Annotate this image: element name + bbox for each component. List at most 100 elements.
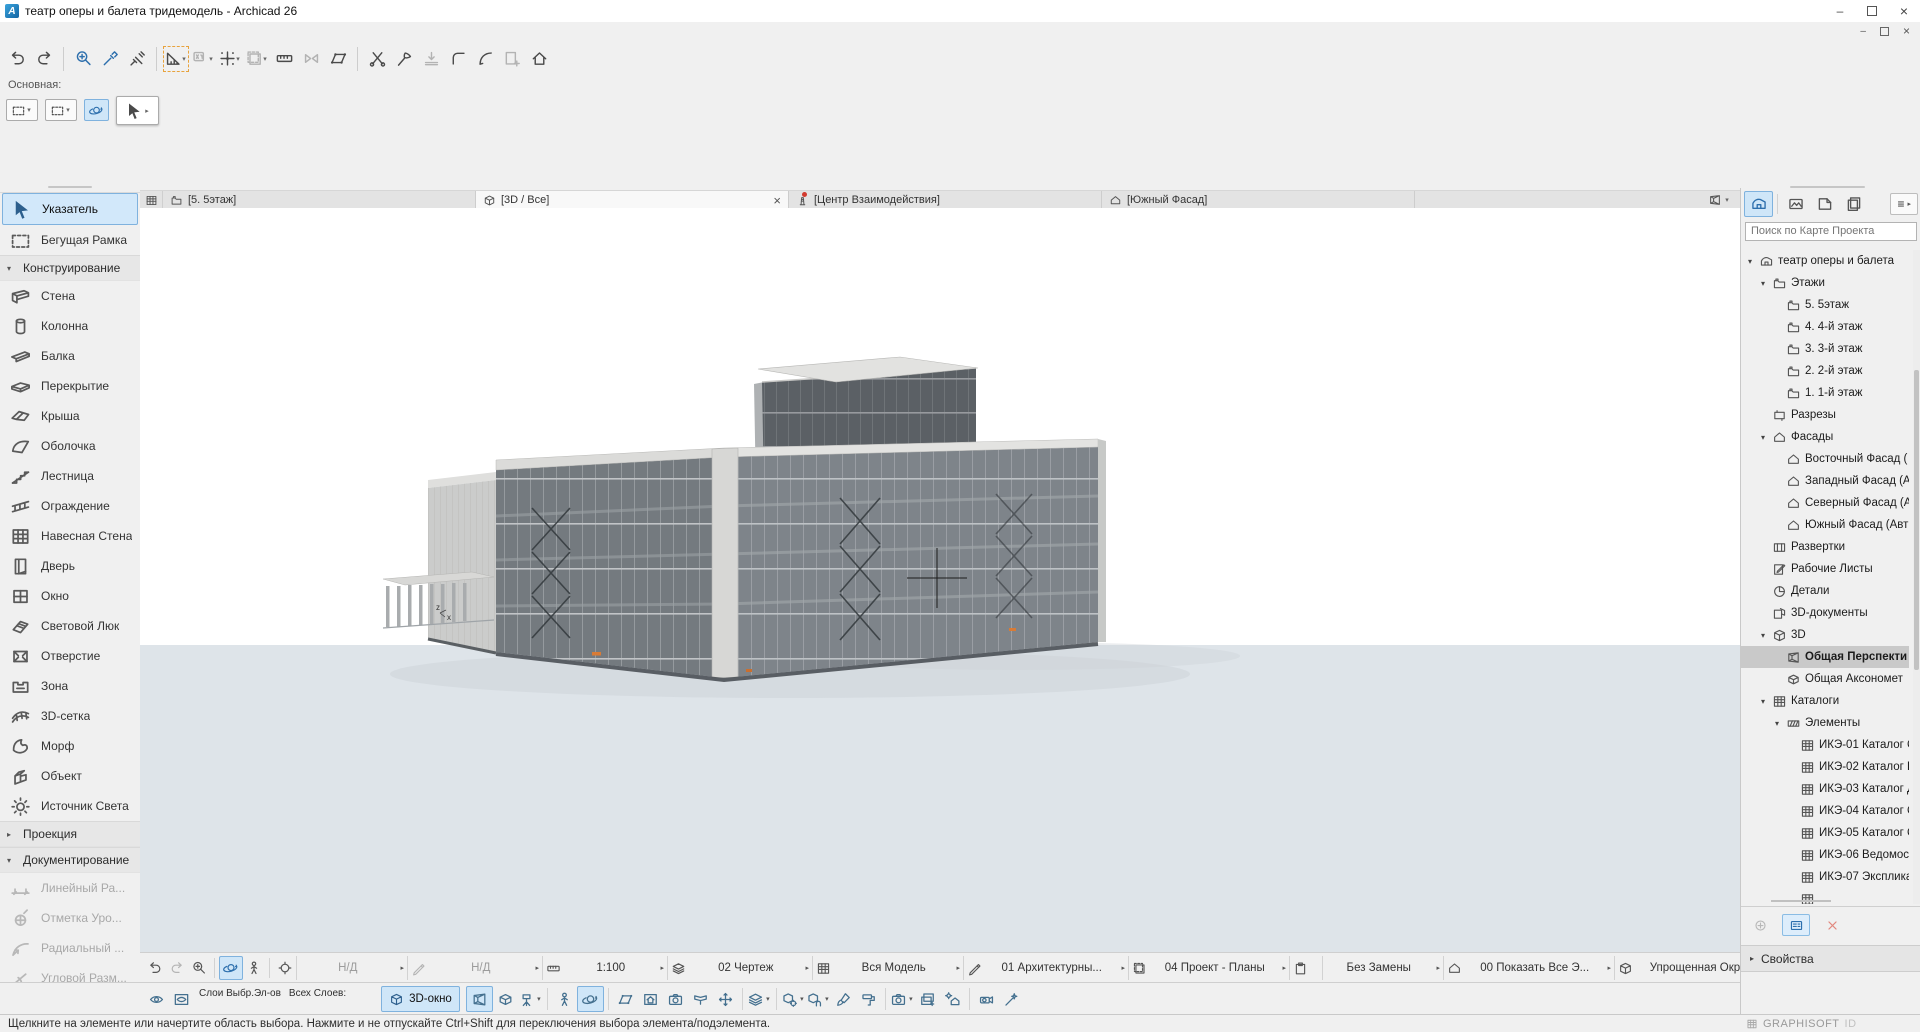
toolbar-button[interactable] <box>445 46 471 72</box>
tree-item[interactable]: ▾ Этажи <box>1741 272 1909 294</box>
toolbar-button[interactable] <box>156 47 157 71</box>
properties-section-header[interactable]: ▸ Свойства <box>1741 945 1920 972</box>
toolbar-button[interactable] <box>124 46 150 72</box>
quick-option-field[interactable]: 02 Чертеж ▸ <box>667 956 812 980</box>
scrollbar-thumb[interactable] <box>1914 370 1919 670</box>
toolbox-item[interactable]: Оболочка <box>0 431 140 461</box>
tree-item[interactable]: ▾ Каталоги <box>1741 690 1909 712</box>
view-tab[interactable]: [Центр Взаимодействия] <box>789 191 1102 209</box>
bottom-tool-button[interactable] <box>974 987 999 1011</box>
layer-state-icon[interactable] <box>199 999 211 1011</box>
tab-close-icon[interactable]: × <box>773 194 781 207</box>
dropdown-caret-icon[interactable]: ▸ <box>805 964 809 972</box>
toolbox-item[interactable]: Стена <box>0 281 140 311</box>
dropdown-caret-icon[interactable]: ▾ <box>207 55 215 63</box>
layer-state-icon[interactable] <box>217 999 229 1011</box>
expander-icon[interactable]: ▾ <box>1758 279 1768 288</box>
expander-icon[interactable]: ▾ <box>1745 257 1755 266</box>
toolbar-button[interactable] <box>472 46 498 72</box>
toolbar-button[interactable] <box>364 46 390 72</box>
navigator-map-button[interactable] <box>1840 192 1867 216</box>
tree-item[interactable]: ИКЭ-04 Каталог С <box>1741 800 1909 822</box>
quick-nav-button[interactable] <box>243 957 265 979</box>
dropdown-caret-icon[interactable]: ▸ <box>1121 964 1125 972</box>
dropdown-caret-icon[interactable]: ▾ <box>764 995 772 1003</box>
expander-icon[interactable]: ▾ <box>1758 631 1768 640</box>
panel-splitter-handle[interactable] <box>1771 900 1831 902</box>
dropdown-caret-icon[interactable]: ▾ <box>261 55 269 63</box>
tree-item[interactable]: ИКЭ-05 Каталог С <box>1741 822 1909 844</box>
quick-nav-button[interactable] <box>144 957 166 979</box>
quick-nav-button[interactable] <box>269 958 270 978</box>
navigator-map-button[interactable] <box>1744 191 1773 217</box>
navigator-map-button[interactable] <box>1782 192 1809 216</box>
navigator-footer-button[interactable] <box>1819 915 1845 935</box>
toolbar-button[interactable] <box>298 46 324 72</box>
quick-option-field[interactable]: Без Замены ▸ <box>1322 956 1443 980</box>
quick-nav-button[interactable] <box>274 957 296 979</box>
toolbox-item[interactable]: Линейный Ра... <box>0 873 140 903</box>
tree-item[interactable]: ▾ театр оперы и балета <box>1741 250 1909 272</box>
toolbar-button[interactable] <box>526 46 552 72</box>
expander-icon[interactable]: ▾ <box>1772 719 1782 728</box>
toolbox-item[interactable]: Радиальный ... <box>0 933 140 963</box>
bottom-tool-button[interactable] <box>969 988 970 1010</box>
quick-option-field[interactable]: Н/Д ▸ <box>296 956 407 980</box>
tab-grid-button[interactable] <box>140 191 163 209</box>
quick-option-field[interactable]: Н/Д ▸ <box>407 956 542 980</box>
dropdown-caret-icon[interactable]: ▸ <box>660 964 664 972</box>
dropdown-caret-icon[interactable]: ▾ <box>798 995 806 1003</box>
tree-item[interactable]: ИКЭ-01 Каталог С <box>1741 734 1909 756</box>
toolbar-button[interactable] <box>418 46 444 72</box>
quick-option-field[interactable]: 04 Проект - Планы ▸ <box>1128 956 1289 980</box>
tree-item[interactable]: Рабочие Листы <box>1741 558 1909 580</box>
view-history-icon[interactable] <box>357 999 369 1011</box>
navigator-footer-button[interactable] <box>1782 914 1810 936</box>
bottom-tool-button[interactable] <box>608 988 609 1010</box>
dropdown-caret-icon[interactable]: ▾ <box>823 995 831 1003</box>
tree-item[interactable]: 5. 5этаж <box>1741 294 1909 316</box>
view-tab[interactable]: [Южный Фасад] <box>1102 191 1415 209</box>
bottom-tool-button[interactable]: ▾ <box>890 987 915 1011</box>
tree-item[interactable]: Разрезы <box>1741 404 1909 426</box>
quick-nav-button[interactable] <box>166 957 188 979</box>
toolbar-button[interactable] <box>31 46 57 72</box>
view-tab[interactable]: [3D / Все] × <box>476 191 789 209</box>
tree-scrollbar[interactable] <box>1913 250 1920 904</box>
expander-icon[interactable]: ▾ <box>1758 697 1768 706</box>
toolbox-item[interactable]: Дверь <box>0 551 140 581</box>
project-map-search-input[interactable] <box>1745 222 1917 241</box>
navigator-menu-button[interactable]: ≡ ▸ <box>1890 193 1918 215</box>
bottom-tool-button[interactable]: ▾ <box>781 987 806 1011</box>
toolbox-item[interactable]: Отметка Уро... <box>0 903 140 933</box>
tree-item[interactable]: ИКЭ-02 Каталог В <box>1741 756 1909 778</box>
bottom-tool-button[interactable]: ▾ <box>747 987 772 1011</box>
toolbar-button[interactable] <box>499 46 525 72</box>
toolbar-button[interactable] <box>357 47 358 71</box>
tree-item[interactable]: Восточный Фасад ( <box>1741 448 1909 470</box>
toolbox-item[interactable]: Лестница <box>0 461 140 491</box>
infobox-button[interactable]: ▾ <box>6 99 38 121</box>
dropdown-caret-icon[interactable]: ▾ <box>64 106 72 114</box>
quick-option-field[interactable]: Вся Модель ▸ <box>812 956 963 980</box>
dropdown-caret-icon[interactable]: ▾ <box>535 995 543 1003</box>
toolbar-button[interactable]: ▾ <box>190 46 216 72</box>
tree-item[interactable]: ИКЭ-03 Каталог Д <box>1741 778 1909 800</box>
tree-item[interactable]: 3. 3-й этаж <box>1741 338 1909 360</box>
maximize-button[interactable] <box>1856 0 1888 22</box>
bottom-tool-button[interactable] <box>999 987 1024 1011</box>
dropdown-caret-icon[interactable]: ▸ <box>143 107 151 115</box>
bottom-tool-button[interactable] <box>638 987 663 1011</box>
layer-state-icon[interactable] <box>307 999 319 1011</box>
view-history-icon[interactable] <box>357 987 369 999</box>
tree-item[interactable]: ИКЭ-07 Эксплика <box>1741 866 1909 888</box>
infobox-button[interactable] <box>84 99 109 121</box>
layer-state-icon[interactable] <box>235 999 247 1011</box>
tree-item[interactable]: Общая Аксономет <box>1741 668 1909 690</box>
3d-window-button[interactable]: 3D-окно <box>381 986 460 1012</box>
visibility-button[interactable] <box>169 987 194 1011</box>
toolbox-item[interactable]: Окно <box>0 581 140 611</box>
toolbar-button[interactable] <box>391 46 417 72</box>
navigator-map-button[interactable] <box>1811 192 1838 216</box>
dropdown-caret-icon[interactable]: ▾ <box>907 995 915 1003</box>
